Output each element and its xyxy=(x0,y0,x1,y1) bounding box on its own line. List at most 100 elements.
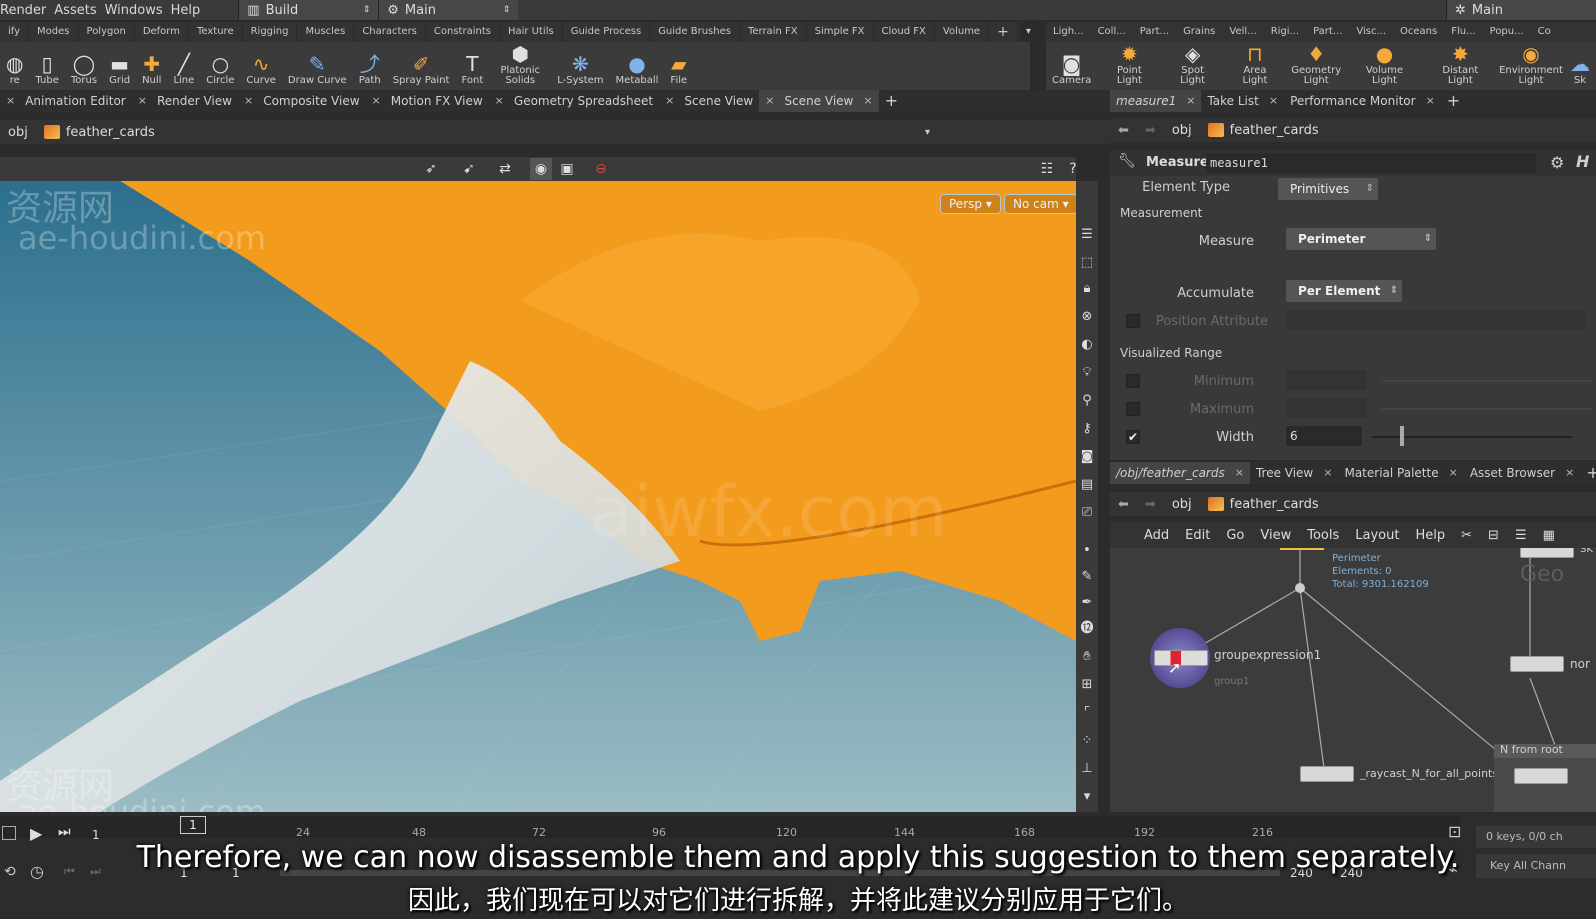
list-icon[interactable]: ☰ xyxy=(1507,528,1535,543)
camera-menu[interactable]: No cam ▾ xyxy=(1004,194,1078,214)
tool-curve[interactable]: ∿ Curve xyxy=(240,42,282,90)
forward-arrow-icon[interactable]: ➡ xyxy=(1137,123,1164,138)
transform-icon[interactable]: ⇄ xyxy=(494,158,516,180)
shelf-tab[interactable]: Co xyxy=(1531,22,1558,42)
chevron-down-icon[interactable]: ▾ xyxy=(925,127,930,138)
tool-grid[interactable]: ▬ Grid xyxy=(103,42,136,90)
measure-dropdown[interactable]: Perimeter ⇕ xyxy=(1286,228,1436,250)
shelf-tab[interactable]: Guide Brushes xyxy=(650,22,740,42)
tab-tree-view[interactable]: Tree View × xyxy=(1250,462,1339,484)
tab-asset-browser[interactable]: Asset Browser × xyxy=(1464,462,1580,484)
shelf-tab[interactable]: Polygon xyxy=(79,22,135,42)
shelf-tab[interactable]: Flu... xyxy=(1444,22,1482,42)
menu-help[interactable]: Help xyxy=(1407,528,1453,543)
tab-scene-view[interactable]: × Scene View xyxy=(659,90,759,112)
display-options-icon[interactable]: ☷ xyxy=(1036,158,1058,180)
shelf-tab[interactable]: Rigging xyxy=(243,22,298,42)
shelf-tab[interactable]: Cloud FX xyxy=(874,22,935,42)
width-field[interactable]: 6 xyxy=(1286,426,1362,446)
maximum-field[interactable] xyxy=(1286,398,1366,418)
tab-geometry-spreadsheet[interactable]: × Geometry Spreadsheet xyxy=(489,90,659,112)
close-icon[interactable]: × xyxy=(765,90,774,112)
dot-icon[interactable]: • xyxy=(1079,543,1095,559)
help-icon[interactable]: H xyxy=(1576,152,1589,171)
menu-render[interactable]: Render xyxy=(0,3,54,18)
shelf-tab[interactable]: Hair Utils xyxy=(500,22,563,42)
help-icon[interactable]: ? xyxy=(1062,158,1084,180)
close-icon[interactable]: × xyxy=(372,90,381,112)
pointer-icon[interactable]: ➹ xyxy=(458,158,480,180)
menu-edit[interactable]: Edit xyxy=(1177,528,1218,543)
shelf-tab[interactable]: Popu... xyxy=(1483,22,1531,42)
pin-icon[interactable]: ⚲ xyxy=(1079,393,1095,409)
tool-tube[interactable]: ▯ Tube xyxy=(29,42,64,90)
minimum-field[interactable] xyxy=(1286,370,1366,390)
tab-animation-editor[interactable]: × Animation Editor xyxy=(0,90,132,112)
shelf-tab[interactable]: Coll... xyxy=(1091,22,1133,42)
tool-area-light[interactable]: ⊓ Area Light xyxy=(1224,42,1286,90)
tab-performance-monitor[interactable]: Performance Monitor × xyxy=(1284,90,1441,112)
tab-composite-view[interactable]: × Composite View xyxy=(238,90,366,112)
tool-metaball[interactable]: ● Metaball xyxy=(610,42,665,90)
shelf-tab[interactable]: Part... xyxy=(1306,22,1349,42)
shelf-tab[interactable]: Part... xyxy=(1133,22,1176,42)
add-shelf-icon[interactable]: + xyxy=(989,22,1018,42)
node-top-right[interactable] xyxy=(1520,548,1574,558)
brush-icon[interactable]: ✎ xyxy=(1079,569,1095,585)
camera-icon[interactable]: ◙ xyxy=(1079,449,1095,465)
shelf-tab[interactable]: Muscles xyxy=(297,22,355,42)
path-root[interactable]: obj xyxy=(1164,123,1200,138)
snap-icon[interactable]: ⬚ xyxy=(1079,255,1095,271)
tool-environment-light[interactable]: ◉ Environment Light xyxy=(1498,42,1564,90)
element-type-dropdown[interactable]: Primitives ⇕ xyxy=(1278,178,1378,200)
tab-measure1[interactable]: measure1 × xyxy=(1110,90,1202,112)
close-icon[interactable]: × xyxy=(495,90,504,112)
tree-icon[interactable]: ⊟ xyxy=(1480,528,1507,543)
position-attr-field[interactable] xyxy=(1286,310,1586,330)
view-icon[interactable]: ▣ xyxy=(556,158,578,180)
shelf-tab[interactable]: Constraints xyxy=(426,22,500,42)
render-icon[interactable]: ⎚ xyxy=(1079,505,1095,521)
add-tab-icon[interactable]: + xyxy=(1580,462,1596,484)
tool-torus[interactable]: ◯ Torus xyxy=(65,42,103,90)
node-raycast[interactable] xyxy=(1300,766,1354,782)
chevron-down-icon[interactable]: ▾ xyxy=(1079,789,1095,805)
path-root[interactable]: obj xyxy=(1164,497,1200,512)
close-icon[interactable]: × xyxy=(1235,462,1244,484)
minimum-slider[interactable] xyxy=(1382,380,1592,382)
stop-icon[interactable] xyxy=(2,826,16,840)
tool-l-system[interactable]: ❋ L-System xyxy=(551,42,609,90)
path-node[interactable]: feather_cards xyxy=(1200,123,1327,138)
close-icon[interactable]: × xyxy=(1269,90,1278,112)
tool-camera[interactable]: ◙ Camera xyxy=(1046,42,1097,90)
shelf-tab[interactable]: Volume xyxy=(935,22,990,42)
shelf-tab[interactable]: Texture xyxy=(189,22,243,42)
position-attr-checkbox[interactable] xyxy=(1126,314,1140,328)
timeline-bar[interactable] xyxy=(0,816,1460,838)
menu-layout[interactable]: Layout xyxy=(1347,528,1407,543)
node-name-field[interactable]: measure1 xyxy=(1206,153,1536,173)
tool-null[interactable]: ✚ Null xyxy=(136,42,167,90)
tool-sky[interactable]: ☁ Sk xyxy=(1564,42,1596,90)
target-icon[interactable]: ⊗ xyxy=(1079,309,1095,325)
forward-arrow-icon[interactable]: ➡ xyxy=(1137,497,1164,512)
keys-icon[interactable]: ⊡ xyxy=(1448,822,1461,841)
maximum-checkbox[interactable] xyxy=(1126,402,1140,416)
shelf-tab[interactable]: Characters xyxy=(354,22,426,42)
shelf-tab[interactable]: Rigi... xyxy=(1264,22,1306,42)
shelf-tab[interactable]: Modes xyxy=(29,22,79,42)
menu-tools[interactable]: Tools xyxy=(1299,528,1347,543)
shelf-tab[interactable]: ify xyxy=(0,22,30,42)
close-icon[interactable]: × xyxy=(1565,462,1574,484)
close-icon[interactable]: × xyxy=(6,90,15,112)
menu-add[interactable]: Add xyxy=(1136,528,1177,543)
tab-take-list[interactable]: Take List × xyxy=(1201,90,1284,112)
tool-line[interactable]: ╱ Line xyxy=(167,42,200,90)
menu-windows[interactable]: Windows xyxy=(105,3,171,18)
chevron-down-icon[interactable]: ▾ xyxy=(1018,22,1039,42)
skip-end-icon[interactable]: ⏭ xyxy=(58,824,71,840)
gear-icon[interactable]: ⚙ xyxy=(1550,153,1564,172)
shelf-tab[interactable]: Vell... xyxy=(1222,22,1263,42)
width-slider-handle[interactable] xyxy=(1400,426,1404,446)
back-arrow-icon[interactable]: ⬅ xyxy=(1110,123,1137,138)
